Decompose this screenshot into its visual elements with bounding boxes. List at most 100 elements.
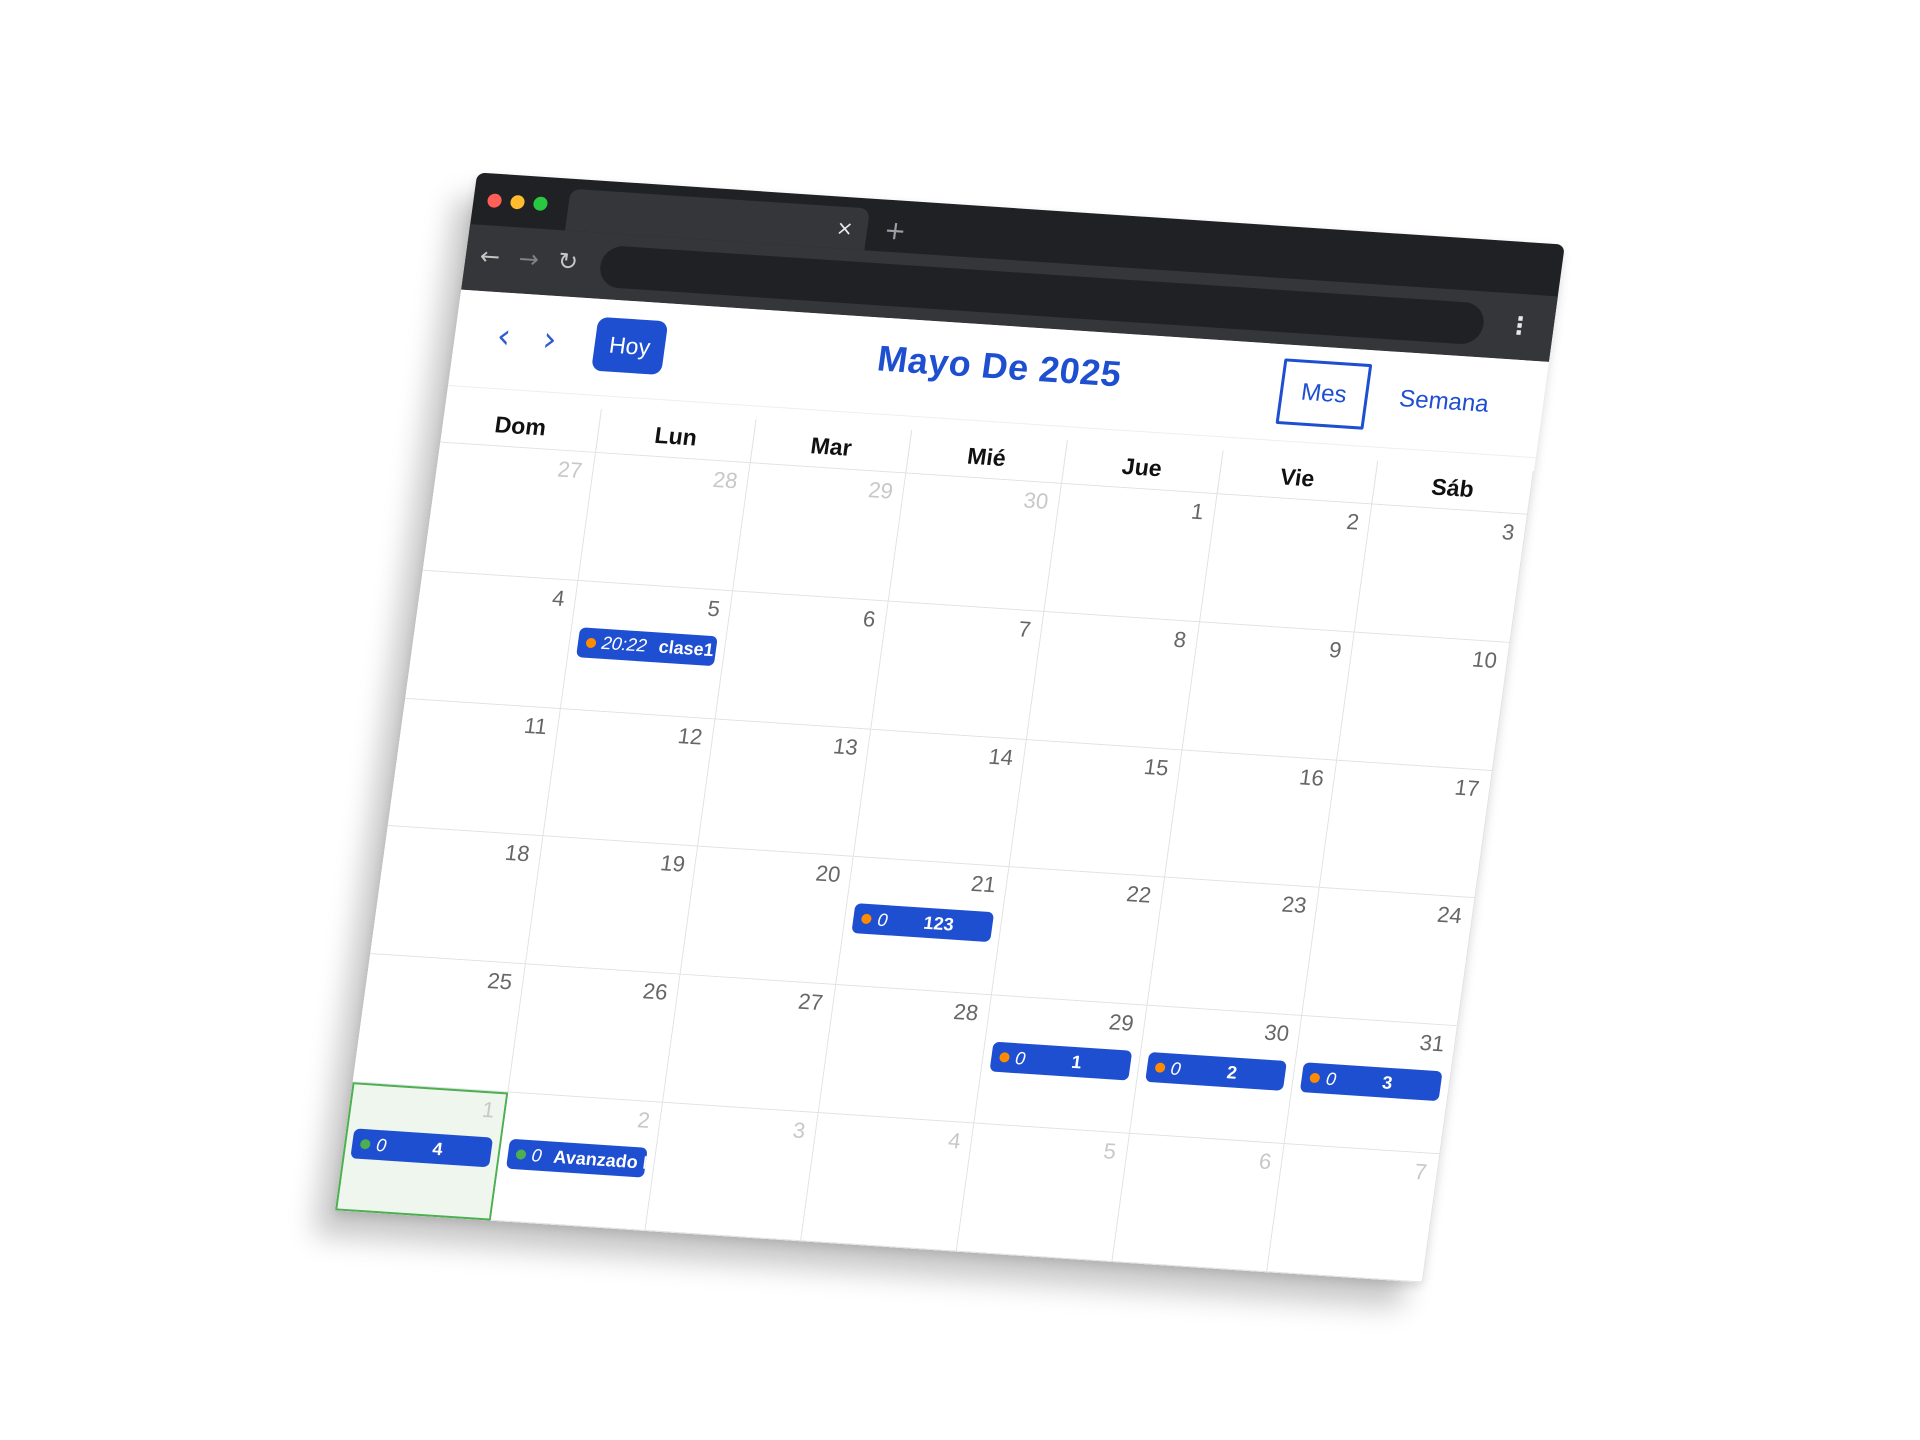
more-menu-icon[interactable]: ⋮ — [1505, 307, 1534, 344]
day-cell[interactable]: 4 — [405, 570, 579, 709]
status-dot-icon — [514, 1149, 527, 1160]
status-dot-icon — [585, 637, 597, 649]
calendar-event[interactable]: 02 — [1144, 1052, 1288, 1092]
day-cell[interactable]: 2 — [1199, 494, 1373, 633]
day-cell[interactable]: 17 — [1319, 760, 1493, 899]
day-cell[interactable]: 19 — [525, 836, 699, 976]
day-number: 25 — [485, 968, 514, 995]
day-number: 6 — [1257, 1148, 1274, 1175]
calendar-app: ‹ › Hoy Mayo De 2025 Mes Semana Dom Lun Ma… — [335, 289, 1549, 1283]
status-dot-icon — [860, 914, 873, 925]
calendar-event[interactable]: 03 — [1300, 1062, 1443, 1102]
day-cell[interactable]: 21 0 123 — [836, 857, 1010, 996]
day-number: 7 — [1016, 616, 1033, 642]
day-number: 22 — [1124, 881, 1153, 909]
reload-icon[interactable]: ↻ — [556, 246, 580, 277]
day-cell[interactable]: 16 — [1164, 750, 1338, 889]
day-cell[interactable]: 31 0 3 — [1284, 1016, 1458, 1155]
day-cell[interactable]: 27 — [422, 442, 596, 581]
day-number: 9 — [1327, 636, 1344, 663]
day-number: 8 — [1172, 626, 1188, 653]
day-cell[interactable]: 24 — [1302, 888, 1476, 1027]
day-cell[interactable]: 29 0 1 — [974, 995, 1148, 1134]
day-cell[interactable]: 3 — [1354, 504, 1528, 643]
day-number: 1 — [480, 1097, 497, 1123]
day-number: 12 — [676, 722, 705, 750]
close-window-button[interactable] — [486, 193, 503, 209]
day-cell[interactable]: 11 — [387, 698, 561, 837]
day-cell[interactable]: 1 — [1044, 483, 1218, 623]
week-view-button[interactable]: Semana — [1377, 368, 1510, 436]
day-cell[interactable]: 22 — [991, 867, 1165, 1006]
day-cell[interactable]: 30 0 2 — [1129, 1005, 1303, 1145]
day-cell[interactable]: 27 — [663, 975, 837, 1114]
minimize-window-button[interactable] — [509, 194, 526, 210]
month-view-button[interactable]: Mes — [1275, 358, 1372, 430]
status-dot-icon — [1309, 1072, 1321, 1084]
calendar-event[interactable]: 04 — [350, 1128, 493, 1168]
day-cell[interactable]: 28 — [578, 452, 752, 592]
day-number: 4 — [550, 585, 567, 611]
day-cell[interactable]: 26 — [508, 964, 681, 1103]
day-number: 5 — [1102, 1138, 1118, 1165]
calendar-event[interactable]: 20:22 clase1 — [575, 627, 719, 667]
calendar-event[interactable]: 0 Avanzado B — [505, 1138, 649, 1178]
day-number: 6 — [861, 605, 878, 632]
status-dot-icon — [998, 1052, 1010, 1063]
day-cell[interactable]: 2 0 Avanzado B — [490, 1092, 664, 1231]
day-cell[interactable]: 20 — [680, 847, 854, 986]
day-cell-today[interactable]: 1 04 — [335, 1082, 509, 1221]
day-number: 7 — [1412, 1159, 1429, 1185]
day-cell[interactable]: 6 — [1111, 1133, 1285, 1273]
day-cell[interactable]: 7 — [1267, 1144, 1441, 1283]
day-cell[interactable]: 5 — [956, 1123, 1130, 1262]
day-cell[interactable]: 12 — [543, 708, 716, 848]
day-cell[interactable]: 10 — [1337, 632, 1511, 771]
month-grid: Dom Lun Mar Mié Jue Vie Sáb 27 28 29 30 1 2 3 4 5 20:22 c… — [335, 398, 1534, 1283]
day-cell[interactable]: 13 — [698, 719, 872, 858]
day-cell[interactable]: 29 — [733, 463, 907, 602]
event-time: 0 — [1013, 1047, 1027, 1069]
maximize-window-button[interactable] — [532, 196, 549, 212]
day-cell[interactable]: 5 20:22 clase1 — [560, 580, 734, 720]
day-cell[interactable]: 25 — [352, 954, 526, 1093]
day-number: 13 — [831, 733, 860, 760]
event-title: 4 — [431, 1138, 444, 1159]
day-cell[interactable]: 23 — [1147, 878, 1320, 1017]
day-cell[interactable]: 15 — [1009, 739, 1183, 879]
calendar-event[interactable]: 01 — [989, 1041, 1132, 1081]
day-cell[interactable]: 9 — [1182, 622, 1355, 761]
day-number: 29 — [1107, 1009, 1136, 1037]
day-number: 20 — [814, 861, 843, 888]
new-tab-icon[interactable]: + — [882, 216, 908, 247]
event-time: 0 — [1324, 1068, 1338, 1090]
day-number: 19 — [658, 850, 687, 878]
day-cell[interactable]: 14 — [853, 729, 1027, 868]
day-number: 11 — [522, 712, 549, 739]
day-cell[interactable]: 6 — [715, 591, 889, 730]
back-icon[interactable]: ← — [478, 241, 502, 272]
event-time: 0 — [530, 1144, 544, 1166]
forward-icon[interactable]: → — [517, 243, 541, 274]
event-title: 3 — [1380, 1072, 1394, 1093]
day-number: 2 — [635, 1107, 652, 1134]
day-number: 27 — [796, 988, 825, 1016]
day-cell[interactable]: 30 — [888, 473, 1062, 612]
day-number: 30 — [1262, 1019, 1291, 1047]
day-cell[interactable]: 4 — [801, 1113, 975, 1252]
day-cell[interactable]: 8 — [1026, 611, 1200, 751]
day-number: 21 — [969, 871, 998, 898]
day-number: 18 — [503, 840, 532, 867]
day-number: 23 — [1280, 891, 1309, 919]
event-title: 123 — [922, 912, 956, 935]
event-time: 0 — [1169, 1058, 1183, 1079]
close-icon[interactable]: × — [835, 214, 855, 241]
stage: × + ← → ↻ ⋮ ‹ › Hoy Mayo De 2025 Mes Sem… — [0, 0, 1920, 1440]
day-number: 31 — [1418, 1030, 1446, 1057]
day-cell[interactable]: 7 — [871, 601, 1045, 740]
calendar-event[interactable]: 0 123 — [851, 903, 994, 943]
day-cell[interactable]: 3 — [645, 1102, 819, 1242]
day-cell[interactable]: 18 — [370, 826, 544, 965]
day-cell[interactable]: 28 — [818, 985, 992, 1124]
day-number: 10 — [1470, 646, 1499, 673]
